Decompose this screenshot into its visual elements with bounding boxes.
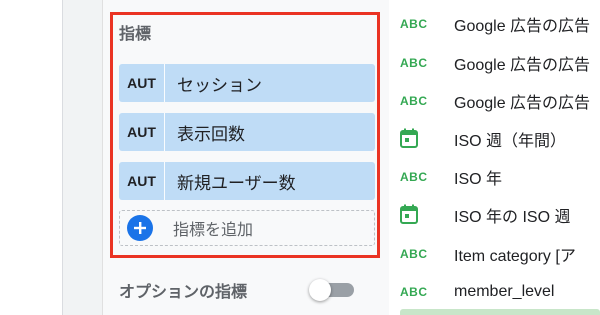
text-type-icon: ABC <box>400 56 428 70</box>
toggle-thumb[interactable] <box>309 279 331 301</box>
field-item[interactable]: ABC Google 広告の広告 <box>400 48 600 78</box>
divider <box>62 0 63 315</box>
field-label: Google 広告の広告 <box>454 18 591 35</box>
optional-metrics-label: オプションの指標 <box>119 282 248 301</box>
metric-label: セッション <box>177 75 262 96</box>
field-item[interactable]: ISO 週（年間） <box>400 124 600 154</box>
metric-aggregation-tag[interactable]: AUT <box>119 173 164 189</box>
metric-chip-impressions[interactable]: AUT 表示回数 <box>119 113 375 151</box>
field-label: Google 広告の広告 <box>454 95 591 112</box>
add-metric-button[interactable]: 指標を追加 <box>119 210 375 246</box>
left-panel <box>0 0 62 315</box>
chip-divider <box>164 113 165 151</box>
chip-divider <box>164 162 165 200</box>
text-type-icon: ABC <box>400 170 428 184</box>
field-item[interactable]: ABC member_level <box>400 277 600 307</box>
field-label: ISO 週（年間） <box>454 133 567 150</box>
field-item[interactable]: ABC Google 広告の広告 <box>400 9 600 39</box>
metric-aggregation-tag[interactable]: AUT <box>119 75 164 91</box>
text-type-icon: ABC <box>400 247 428 261</box>
metric-label: 表示回数 <box>177 124 245 145</box>
field-label: Item category [ア <box>454 248 576 265</box>
field-label: Google 広告の広告 <box>454 57 591 74</box>
metric-chip-new-users[interactable]: AUT 新規ユーザー数 <box>119 162 375 200</box>
calendar-icon <box>400 204 426 227</box>
plus-icon[interactable] <box>127 215 153 241</box>
metrics-section-title: 指標 <box>119 24 152 43</box>
field-label: ISO 年 <box>454 171 503 188</box>
metric-chip-sessions[interactable]: AUT セッション <box>119 64 375 102</box>
field-label: member_level <box>454 283 555 300</box>
selected-field-bar[interactable] <box>400 309 600 315</box>
add-metric-label: 指標を追加 <box>173 220 254 239</box>
field-item[interactable]: ISO 年の ISO 週 <box>400 200 600 230</box>
text-type-icon: ABC <box>400 17 428 31</box>
calendar-icon <box>400 128 426 151</box>
text-type-icon: ABC <box>400 94 428 108</box>
field-item[interactable]: ABC Google 広告の広告 <box>400 86 600 116</box>
text-type-icon: ABC <box>400 285 428 299</box>
metric-aggregation-tag[interactable]: AUT <box>119 124 164 140</box>
field-item[interactable]: ABC ISO 年 <box>400 162 600 192</box>
metric-label: 新規ユーザー数 <box>177 173 296 194</box>
field-label: ISO 年の ISO 週 <box>454 209 571 226</box>
chip-divider <box>164 64 165 102</box>
field-item[interactable]: ABC Item category [ア <box>400 239 600 269</box>
